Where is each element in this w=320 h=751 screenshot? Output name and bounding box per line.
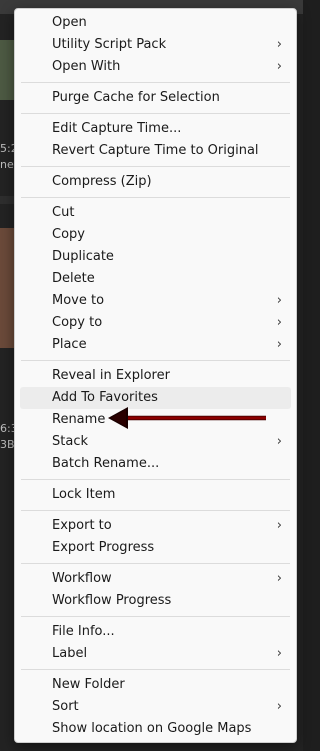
menu-item-move-to[interactable]: Move to ›	[20, 290, 291, 312]
menu-separator	[21, 82, 290, 83]
menu-item-open[interactable]: Open	[20, 12, 291, 34]
menu-item-label: Export Progress	[52, 540, 155, 555]
menu-item-label: Move to	[52, 293, 105, 308]
chevron-right-icon: ›	[276, 293, 282, 308]
menu-item-label: File Info...	[52, 624, 115, 639]
chevron-right-icon: ›	[276, 646, 282, 661]
background-thumbnail[interactable]	[0, 40, 14, 100]
menu-item-label: Rename	[52, 412, 106, 427]
background-divider	[0, 196, 14, 204]
menu-item-label: Add To Favorites	[52, 390, 158, 405]
menu-item-show-location-on-google-maps[interactable]: Show location on Google Maps	[20, 718, 291, 740]
menu-item-label[interactable]: Label ›	[20, 643, 291, 665]
menu-item-label: Utility Script Pack	[52, 37, 167, 52]
menu-item-file-info[interactable]: File Info...	[20, 621, 291, 643]
menu-item-label: Copy to	[52, 315, 103, 330]
menu-item-workflow[interactable]: Workflow ›	[20, 568, 291, 590]
menu-item-compress-zip[interactable]: Compress (Zip)	[20, 171, 291, 193]
menu-item-label: Place	[52, 337, 87, 352]
chevron-right-icon: ›	[276, 315, 282, 330]
chevron-right-icon: ›	[276, 571, 282, 586]
context-menu: Open Utility Script Pack › Open With › Purge …	[14, 8, 297, 743]
menu-separator	[21, 166, 290, 167]
menu-separator	[21, 197, 290, 198]
menu-item-label: Reveal in Explorer	[52, 368, 170, 383]
menu-separator	[21, 360, 290, 361]
menu-item-label: Purge Cache for Selection	[52, 90, 220, 105]
background-caption: ne	[0, 158, 14, 171]
menu-item-label: New Folder	[52, 677, 125, 692]
menu-separator	[21, 669, 290, 670]
menu-item-open-with[interactable]: Open With ›	[20, 56, 291, 78]
menu-item-label: Delete	[52, 271, 95, 286]
menu-item-label: Workflow Progress	[52, 593, 172, 608]
menu-item-label: Batch Rename...	[52, 456, 160, 471]
menu-item-edit-capture-time[interactable]: Edit Capture Time...	[20, 118, 291, 140]
menu-separator	[21, 616, 290, 617]
menu-separator	[21, 113, 290, 114]
menu-item-label: Show location on Google Maps	[52, 721, 252, 736]
menu-item-export-to[interactable]: Export to ›	[20, 515, 291, 537]
menu-item-duplicate[interactable]: Duplicate	[20, 246, 291, 268]
menu-item-delete[interactable]: Delete	[20, 268, 291, 290]
menu-item-label: Workflow	[52, 571, 112, 586]
menu-item-utility-script-pack[interactable]: Utility Script Pack ›	[20, 34, 291, 56]
menu-separator	[21, 510, 290, 511]
menu-item-place[interactable]: Place ›	[20, 334, 291, 356]
menu-item-copy-to[interactable]: Copy to ›	[20, 312, 291, 334]
menu-item-label: Lock Item	[52, 487, 116, 502]
menu-item-label: Export to	[52, 518, 112, 533]
menu-item-label: Sort	[52, 699, 79, 714]
chevron-right-icon: ›	[276, 434, 282, 449]
chevron-right-icon: ›	[276, 37, 282, 52]
chevron-right-icon: ›	[276, 337, 282, 352]
background-caption: 5:20	[0, 142, 14, 155]
menu-item-cut[interactable]: Cut	[20, 202, 291, 224]
chevron-right-icon: ›	[276, 699, 282, 714]
menu-item-new-folder[interactable]: New Folder	[20, 674, 291, 696]
menu-item-label: Cut	[52, 205, 75, 220]
menu-item-copy[interactable]: Copy	[20, 224, 291, 246]
menu-item-sort[interactable]: Sort ›	[20, 696, 291, 718]
menu-item-purge-cache-for-selection[interactable]: Purge Cache for Selection	[20, 87, 291, 109]
menu-item-stack[interactable]: Stack ›	[20, 431, 291, 453]
background-caption: 6:37	[0, 422, 14, 435]
chevron-right-icon: ›	[276, 518, 282, 533]
menu-item-revert-capture-time-to-original[interactable]: Revert Capture Time to Original	[20, 140, 291, 162]
menu-item-workflow-progress[interactable]: Workflow Progress	[20, 590, 291, 612]
menu-item-label: Edit Capture Time...	[52, 121, 182, 136]
menu-item-label: Label	[52, 646, 88, 661]
menu-separator	[21, 479, 290, 480]
menu-item-label: Open With	[52, 59, 121, 74]
menu-item-label: Stack	[52, 434, 88, 449]
menu-item-label: Revert Capture Time to Original	[52, 143, 259, 158]
menu-item-label: Duplicate	[52, 249, 114, 264]
menu-item-lock-item[interactable]: Lock Item	[20, 484, 291, 506]
menu-item-label: Compress (Zip)	[52, 174, 152, 189]
menu-item-label: Copy	[52, 227, 85, 242]
menu-item-label: Open	[52, 15, 87, 30]
menu-item-reveal-in-explorer[interactable]: Reveal in Explorer	[20, 365, 291, 387]
red-arrow-pointing-left-icon	[108, 407, 266, 429]
background-caption: 3B, .	[0, 438, 14, 451]
chevron-right-icon: ›	[276, 59, 282, 74]
background-thumbnail[interactable]	[0, 228, 14, 348]
menu-item-export-progress[interactable]: Export Progress	[20, 537, 291, 559]
menu-item-batch-rename[interactable]: Batch Rename...	[20, 453, 291, 475]
menu-separator	[21, 563, 290, 564]
